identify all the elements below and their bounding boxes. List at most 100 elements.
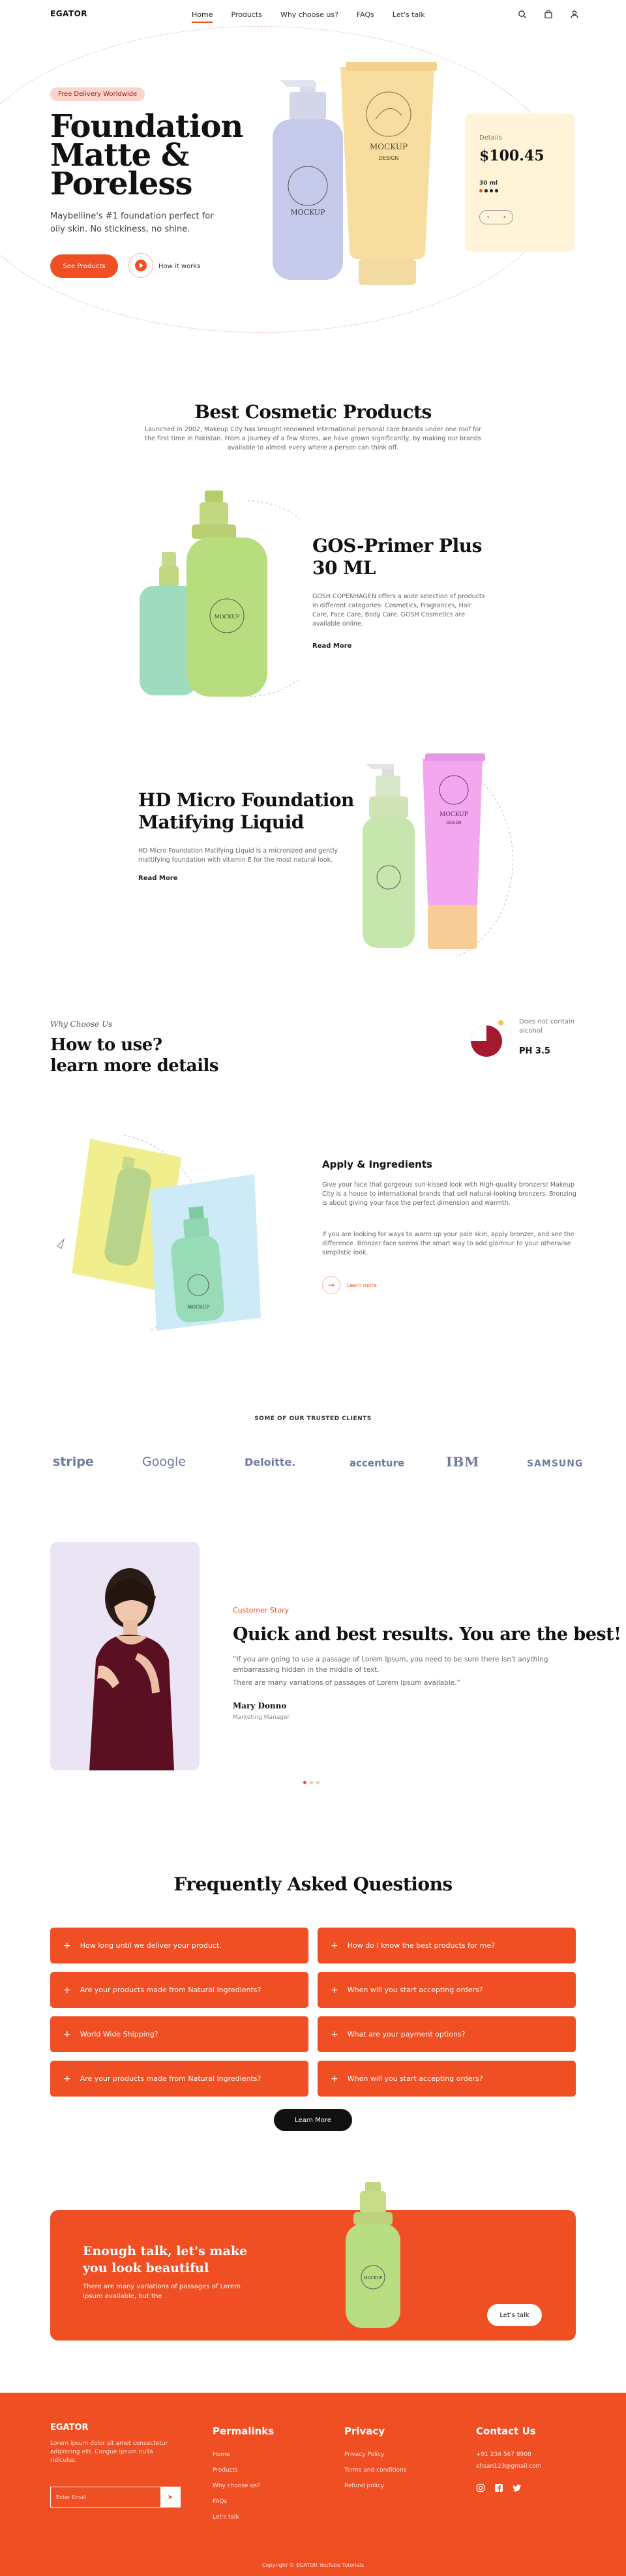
- faq-question: World Wide Shipping?: [80, 2030, 158, 2038]
- nav-products[interactable]: Products: [231, 10, 262, 19]
- faq-question: When will you start accepting orders?: [347, 1986, 483, 1994]
- bag-icon[interactable]: [544, 9, 553, 19]
- footer-link-lets-talk[interactable]: Let's talk: [213, 2514, 239, 2521]
- nav-home[interactable]: Home: [192, 10, 213, 23]
- alcohol-note-line2: alcohol: [519, 1027, 543, 1035]
- apply-image: MOCKUP: [57, 1134, 261, 1331]
- customer-role: Marketing Manager: [233, 1714, 290, 1721]
- nav-lets-talk[interactable]: Let's talk: [393, 10, 425, 19]
- customer-name: Mary Donno: [233, 1701, 287, 1710]
- apply-paragraph-1: Give your face that gorgeous sun-kissed …: [322, 1181, 576, 1207]
- client-logo-google: Google: [142, 1455, 186, 1469]
- cta-subtitle: There are many variations of passages of…: [83, 2283, 241, 2300]
- lets-talk-button[interactable]: Let's talk: [487, 2304, 542, 2326]
- faq-item[interactable]: + Are your products made from Natural Ing…: [50, 1972, 308, 2008]
- footer-description: Lorem ipsum dolor sit amet consectetur a…: [50, 2440, 168, 2464]
- free-delivery-badge: Free Delivery Worldwide: [50, 87, 145, 101]
- footer-link-privacy-policy[interactable]: Privacy Policy: [344, 2451, 384, 2458]
- swatch-black[interactable]: [495, 189, 498, 192]
- customer-story-title: Quick and best results. You are the best…: [233, 1624, 621, 1644]
- faq-item[interactable]: + When will you start accepting orders?: [318, 1972, 576, 2008]
- footer-link-terms[interactable]: Terms and conditions: [344, 2467, 406, 2474]
- product2-read-more-link[interactable]: Read More: [138, 875, 177, 882]
- product1-read-more-link[interactable]: Read More: [312, 643, 351, 650]
- newsletter-form: ➤: [50, 2487, 181, 2508]
- footer-phone[interactable]: +91 234 567 8900: [476, 2451, 531, 2458]
- facebook-icon[interactable]: [494, 2483, 503, 2492]
- color-swatches: [479, 189, 498, 192]
- plus-icon: +: [63, 1984, 71, 1995]
- footer-link-home[interactable]: Home: [213, 2451, 230, 2458]
- arrow-right-icon: →: [322, 1276, 340, 1294]
- carousel-arrows: ‹ ›: [479, 210, 513, 224]
- faq-question: How do I know the best products for me?: [347, 1941, 496, 1950]
- site-logo[interactable]: EGATOR: [50, 9, 87, 18]
- plus-icon: +: [331, 2073, 338, 2084]
- next-arrow-icon[interactable]: ›: [503, 214, 506, 220]
- plus-icon: +: [63, 2073, 71, 2084]
- learn-more-link[interactable]: → Learn more: [322, 1276, 377, 1294]
- faq-question: When will you start accepting orders?: [347, 2074, 483, 2083]
- search-icon[interactable]: [518, 9, 527, 18]
- send-icon[interactable]: ➤: [160, 2487, 180, 2507]
- faq-item[interactable]: + World Wide Shipping?: [50, 2016, 308, 2052]
- size: 30 ml: [479, 180, 498, 187]
- slider-dot-1[interactable]: [303, 1781, 306, 1784]
- alcohol-note-line1: Does not contain: [519, 1018, 575, 1025]
- twitter-icon[interactable]: [513, 2483, 522, 2492]
- customer-quote-2: There are many variations of passages of…: [233, 1679, 460, 1687]
- product1-title-line2: 30 ML: [312, 557, 376, 579]
- nav-faqs[interactable]: FAQs: [357, 10, 374, 19]
- product2-description: HD Micro Foundation Matifying Liquid is …: [138, 847, 338, 864]
- apply-image-label: MOCKUP: [187, 1305, 209, 1310]
- faq-learn-more-button[interactable]: Learn More: [274, 2109, 352, 2131]
- plus-icon: +: [331, 1984, 338, 1995]
- slider-dot-3[interactable]: [316, 1781, 320, 1784]
- faq-item[interactable]: + When will you start accepting orders?: [318, 2061, 576, 2097]
- swatch-black[interactable]: [484, 189, 488, 192]
- footer-logo[interactable]: EGATOR: [50, 2423, 89, 2432]
- footer-link-why-choose-us[interactable]: Why choose us?: [213, 2483, 260, 2489]
- play-button[interactable]: [128, 253, 153, 278]
- apply-ingredients-title: Apply & Ingredients: [322, 1159, 432, 1170]
- nav-why-choose-us[interactable]: Why choose us?: [280, 10, 338, 19]
- footer: [0, 2393, 626, 2576]
- hero-products-image: MOCKUP DESIGN MOCKUP: [273, 62, 437, 285]
- prev-arrow-icon[interactable]: ‹: [487, 214, 490, 220]
- product1-description: GOSH COPENHAGEN offers a wide selection …: [312, 593, 485, 628]
- cta-title: Enough talk, let's make you look beautif…: [83, 2244, 248, 2275]
- footer-link-faqs[interactable]: FAQs: [213, 2498, 227, 2505]
- instagram-icon[interactable]: [476, 2483, 485, 2493]
- plus-icon: +: [331, 2029, 338, 2040]
- faq-question: What are your payment options?: [347, 2030, 466, 2038]
- product1-image: MOCKUP: [140, 491, 300, 697]
- faq-item[interactable]: + How long until we deliver your product.: [50, 1928, 308, 1963]
- customer-story-label: Customer Story: [233, 1606, 289, 1614]
- faq-item[interactable]: + How do I know the best products for me?: [318, 1928, 576, 1963]
- tube-label: MOCKUP: [370, 142, 408, 151]
- how-it-works-link[interactable]: How it works: [158, 263, 200, 270]
- footer-permalinks-title: Permalinks: [213, 2425, 275, 2437]
- product1-title: GOS-Primer Plus 30 ML: [312, 535, 482, 579]
- footer-email[interactable]: ehsan123@gmail.com: [476, 2463, 541, 2470]
- footer-link-products[interactable]: Products: [213, 2467, 238, 2474]
- copyright: Copyright © EGATOR YouTube Tutorials: [261, 2562, 365, 2568]
- faq-item[interactable]: + Are your products made from Natural Ing…: [50, 2061, 308, 2097]
- client-logo-ibm: IBM: [446, 1454, 480, 1470]
- footer-link-refund-policy[interactable]: Refund policy: [344, 2483, 384, 2489]
- slider-dot-2[interactable]: [310, 1781, 313, 1784]
- footer-contact-title: Contact Us: [476, 2425, 536, 2437]
- tube-sublabel: DESIGN: [379, 155, 399, 161]
- faq-question: Are your products made from Natural Ingr…: [80, 2074, 261, 2083]
- price-card: Details $100.45 30 ml ‹ ›: [465, 114, 574, 252]
- header: EGATOR Home Products Why choose us? FAQs…: [0, 0, 626, 31]
- faq-item[interactable]: + What are your payment options?: [318, 2016, 576, 2052]
- email-field[interactable]: [51, 2487, 160, 2507]
- user-icon[interactable]: [570, 9, 579, 19]
- alcohol-note: Does not contain alcohol: [519, 1018, 574, 1036]
- see-products-button[interactable]: See Products: [50, 254, 118, 278]
- page: EGATOR Home Products Why choose us? FAQs…: [0, 0, 626, 2576]
- swatch-black[interactable]: [490, 189, 493, 192]
- plus-icon: +: [63, 2029, 71, 2040]
- swatch-orange[interactable]: [479, 189, 483, 192]
